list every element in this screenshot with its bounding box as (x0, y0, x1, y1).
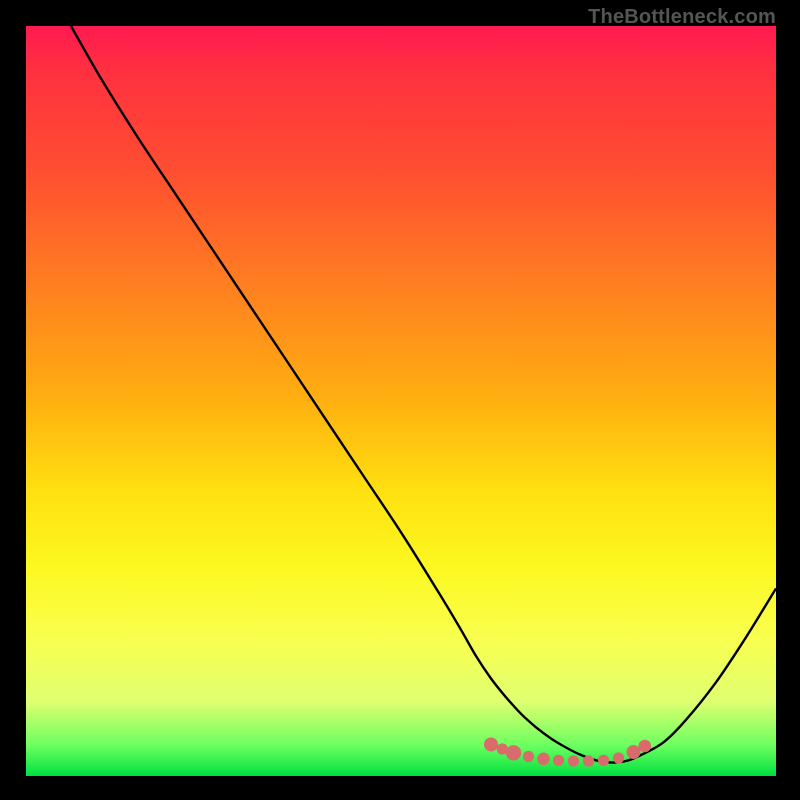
marker-dot (537, 753, 550, 766)
chart-container: TheBottleneck.com (0, 0, 800, 800)
marker-dot (639, 740, 652, 753)
marker-dot (583, 755, 594, 766)
marker-dot (613, 752, 624, 763)
marker-dot (484, 738, 498, 752)
marker-dot (598, 755, 609, 766)
marker-group (484, 738, 651, 767)
marker-dot (523, 751, 534, 762)
marker-dot (627, 745, 641, 759)
bottleneck-curve (71, 26, 776, 763)
marker-dot (568, 755, 579, 766)
curve-svg (26, 26, 776, 776)
plot-area (26, 26, 776, 776)
marker-dot (553, 755, 564, 766)
marker-dot (506, 745, 521, 760)
